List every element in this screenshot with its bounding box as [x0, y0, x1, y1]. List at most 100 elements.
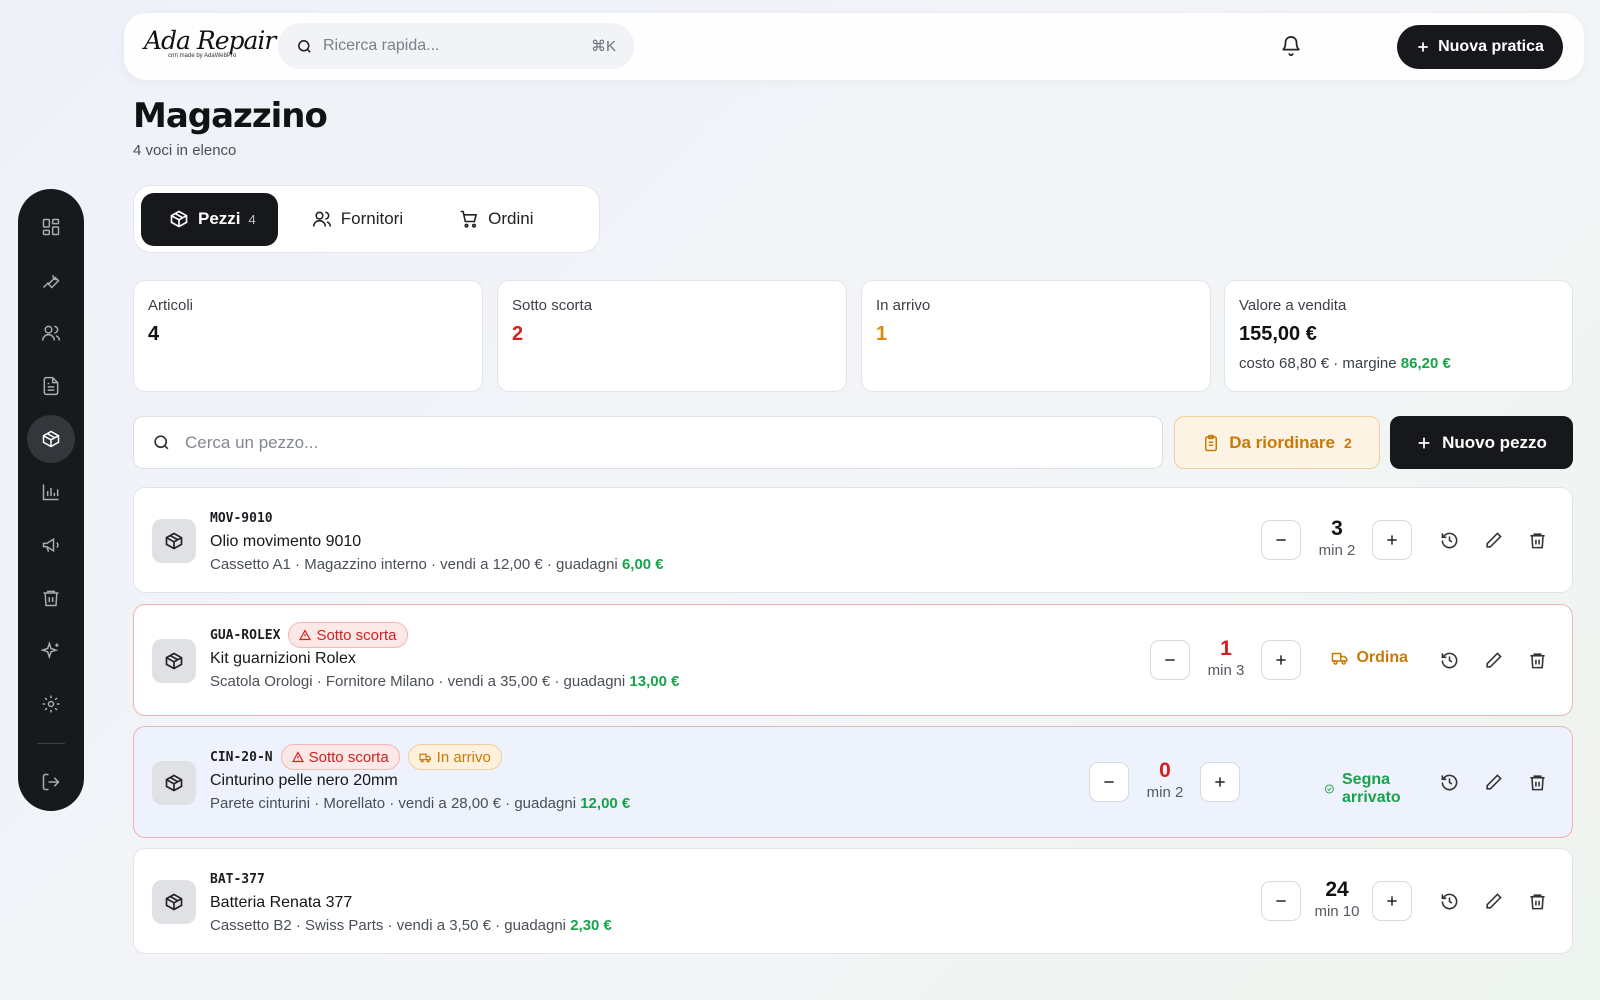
reorder-filter-button[interactable]: Da riordinare 2	[1174, 416, 1380, 469]
list-item: MOV-9010 Olio movimento 9010 Cassetto A1…	[133, 487, 1573, 593]
sidebar-item-marketing[interactable]	[27, 521, 75, 569]
item-profit: 6,00 €	[621, 556, 664, 573]
stock-quantity: 3 min 2	[1306, 518, 1368, 560]
plus-icon	[1276, 655, 1286, 665]
tab-pezzi[interactable]: Pezzi 4	[141, 192, 278, 246]
sidebar-item-documents[interactable]	[27, 362, 75, 410]
quantity-value: 1	[1220, 637, 1232, 660]
item-info: CIN-20-N Sotto scorta In arrivo Cinturin…	[210, 744, 630, 812]
history-icon	[1441, 774, 1457, 790]
new-case-label: Nuova pratica	[1438, 38, 1544, 55]
sidebar-item-trash[interactable]	[27, 574, 75, 622]
trash-icon	[1529, 774, 1545, 790]
item-sku: BAT-377	[210, 871, 265, 887]
dashboard-icon	[42, 218, 60, 235]
app-logo[interactable]: Ada Repair crm made by AdaWebPro	[144, 26, 276, 60]
piece-search-input[interactable]: Cerca un pezzo...	[133, 416, 1163, 469]
item-details: Cassetto A1 · Magazzino interno · vendi …	[210, 556, 618, 573]
sidebar-item-ai[interactable]	[27, 627, 75, 675]
logo-text: Ada Repair	[144, 26, 276, 55]
edit-button[interactable]	[1478, 645, 1508, 675]
edit-button[interactable]	[1478, 886, 1508, 916]
item-meta: Scatola Orologi · Fornitore Milano · ven…	[210, 673, 679, 690]
delete-button[interactable]	[1522, 767, 1552, 797]
increment-button[interactable]	[1200, 762, 1240, 802]
trash-icon	[1529, 652, 1545, 668]
item-info: MOV-9010 Olio movimento 9010 Cassetto A1…	[210, 505, 664, 574]
stat-label: In arrivo	[876, 297, 931, 314]
logout-icon	[42, 773, 60, 790]
trash-icon	[1529, 532, 1545, 548]
history-button[interactable]	[1434, 886, 1464, 916]
badge-label: Sotto scorta	[308, 748, 389, 766]
pencil-icon	[1485, 773, 1502, 790]
sidebar-item-logout[interactable]	[27, 758, 75, 806]
sidebar-item-repairs[interactable]	[27, 256, 75, 304]
new-piece-label: Nuovo pezzo	[1442, 432, 1547, 452]
gear-icon	[42, 695, 60, 713]
new-piece-button[interactable]: Nuovo pezzo	[1390, 416, 1573, 469]
stat-label: Sotto scorta	[512, 297, 593, 314]
sidebar-item-reports[interactable]	[27, 468, 75, 516]
new-case-button[interactable]: Nuova pratica	[1397, 25, 1563, 69]
item-profit: 12,00 €	[580, 795, 631, 812]
stat-card-articoli: Articoli 4	[133, 280, 483, 392]
sidebar-item-warehouse[interactable]	[27, 415, 75, 463]
decrement-button[interactable]	[1261, 520, 1301, 560]
list-item: GUA-ROLEX Sotto scorta Kit guarnizioni R…	[133, 604, 1573, 716]
quick-search-input[interactable]: Ricerca rapida... ⌘K	[278, 23, 634, 69]
delete-button[interactable]	[1522, 525, 1552, 555]
mark-arrived-label: Segna arrivato	[1342, 771, 1401, 806]
item-details: Parete cinturini · Morellato · vendi a 2…	[210, 795, 577, 812]
item-sku: GUA-ROLEX	[210, 627, 281, 643]
notifications-button[interactable]	[1280, 35, 1302, 57]
plus-icon	[1387, 535, 1397, 545]
tab-fornitori[interactable]: Fornitori	[284, 193, 425, 246]
item-details: Scatola Orologi · Fornitore Milano · ven…	[210, 673, 626, 690]
edit-button[interactable]	[1478, 767, 1508, 797]
order-button[interactable]: Ordina	[1331, 649, 1408, 667]
sidebar-item-dashboard[interactable]	[27, 203, 75, 251]
tab-ordini[interactable]: Ordini	[431, 193, 555, 246]
item-thumbnail	[152, 639, 196, 683]
quantity-value: 0	[1159, 759, 1171, 782]
shortcut-hint: ⌘K	[590, 38, 616, 55]
increment-button[interactable]	[1372, 520, 1412, 560]
history-button[interactable]	[1434, 525, 1464, 555]
package-icon	[165, 774, 183, 792]
bar-chart-icon	[42, 484, 59, 500]
increment-button[interactable]	[1261, 640, 1301, 680]
minimum-stock: min 3	[1207, 662, 1245, 679]
item-meta: Cassetto B2 · Swiss Parts · vendi a 3,50…	[210, 917, 612, 934]
item-meta: Parete cinturini · Morellato · vendi a 2…	[210, 795, 630, 812]
edit-button[interactable]	[1478, 525, 1508, 555]
delete-button[interactable]	[1522, 886, 1552, 916]
mark-arrived-button[interactable]: Segna arrivato	[1324, 771, 1408, 807]
plus-icon	[1215, 777, 1225, 787]
sidebar-item-customers[interactable]	[27, 309, 75, 357]
item-details: Cassetto B2 · Swiss Parts · vendi a 3,50…	[210, 917, 567, 934]
tab-count: 4	[248, 211, 256, 227]
tab-label: Fornitori	[340, 209, 404, 228]
decrement-button[interactable]	[1261, 881, 1301, 921]
stock-quantity: 24 min 10	[1306, 879, 1368, 921]
minimum-stock: min 2	[1318, 542, 1356, 559]
item-sku: CIN-20-N	[210, 749, 273, 765]
decrement-button[interactable]	[1150, 640, 1190, 680]
increment-button[interactable]	[1372, 881, 1412, 921]
history-button[interactable]	[1434, 645, 1464, 675]
stock-quantity: 0 min 2	[1134, 759, 1196, 802]
plus-icon	[1418, 437, 1430, 448]
page-subtitle: 4 voci in elenco	[133, 142, 237, 159]
decrement-button[interactable]	[1089, 762, 1129, 802]
stock-quantity: 1 min 3	[1195, 637, 1257, 680]
history-button[interactable]	[1434, 767, 1464, 797]
cart-icon	[460, 210, 478, 228]
trash-icon	[1529, 893, 1545, 909]
stat-value: 4	[148, 323, 160, 345]
delete-button[interactable]	[1522, 645, 1552, 675]
sidebar-item-settings[interactable]	[27, 680, 75, 728]
sidebar-divider	[37, 743, 65, 744]
tab-label: Pezzi	[198, 209, 241, 228]
check-circle-icon	[1325, 784, 1335, 794]
